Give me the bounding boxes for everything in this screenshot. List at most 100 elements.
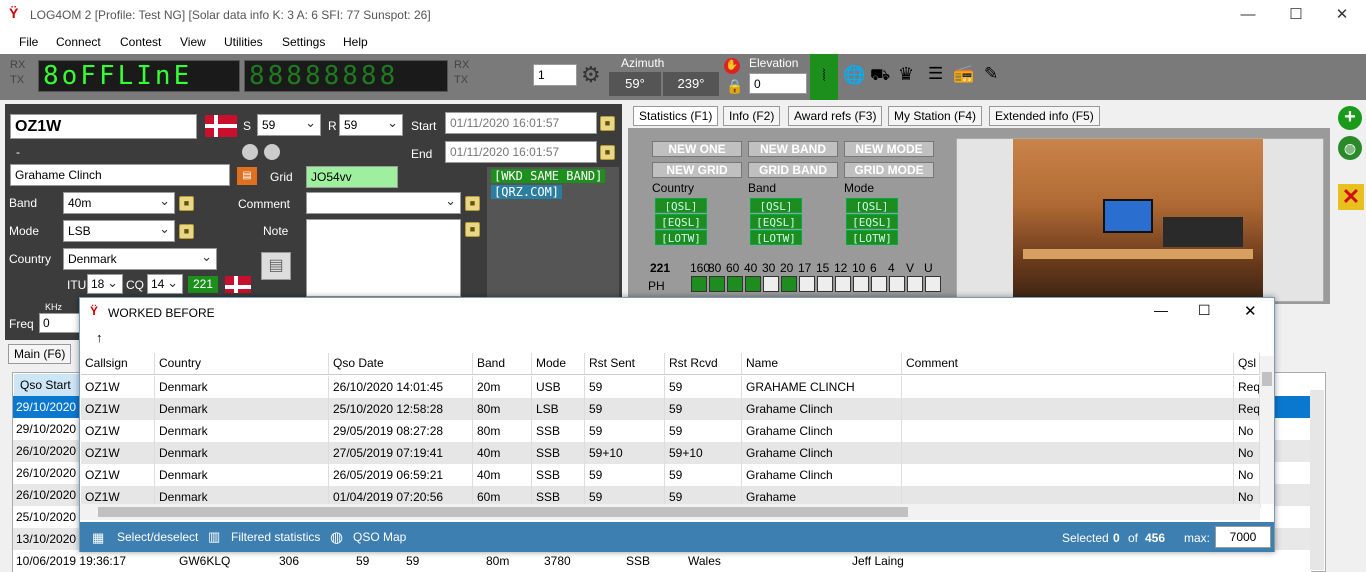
rst-sent-select[interactable]: 59: [257, 114, 321, 136]
tab-info[interactable]: Info (F2): [723, 106, 781, 126]
grid-input[interactable]: JO54vv: [306, 166, 398, 188]
note-lock-icon[interactable]: ■: [465, 222, 480, 237]
maximize-button[interactable]: ☐: [1276, 4, 1316, 26]
column-header-callsign[interactable]: Callsign: [81, 353, 155, 375]
satellite-icon[interactable]: ⛟: [870, 66, 890, 86]
end-datetime[interactable]: 01/11/2020 16:01:57: [445, 141, 597, 163]
step-stepper[interactable]: 1: [533, 64, 577, 86]
mode-select[interactable]: LSB: [63, 220, 175, 242]
table-row[interactable]: OZ1W Denmark 26/10/2020 14:01:45 20m USB 59 59…: [81, 376, 1261, 398]
filtered-statistics-button[interactable]: Filtered statistics: [231, 530, 320, 544]
itu-select[interactable]: 18: [87, 274, 123, 294]
dialog-close-button[interactable]: ✕: [1244, 302, 1257, 320]
country-qsl: [QSL]: [655, 198, 707, 213]
max-input[interactable]: 7000: [1215, 526, 1271, 548]
menu-help[interactable]: Help: [343, 35, 368, 49]
band-lock-icon[interactable]: ■: [179, 196, 194, 211]
freq-input[interactable]: 0: [39, 313, 83, 333]
qso-map-button[interactable]: QSO Map: [353, 530, 406, 544]
cell-band: 80m: [473, 420, 532, 442]
sort-arrow-icon[interactable]: ↑: [96, 330, 103, 345]
cell-mode: SSB: [532, 464, 585, 486]
qrz-lookup-icon[interactable]: ▤: [237, 167, 257, 185]
world-icon[interactable]: ◍: [1338, 136, 1362, 160]
menu-utilities[interactable]: Utilities: [224, 35, 263, 49]
cq-select[interactable]: 14: [147, 274, 183, 294]
table-row[interactable]: OZ1W Denmark 26/05/2019 06:59:21 40m SSB 59 59…: [81, 464, 1261, 486]
tab-extended-info[interactable]: Extended info (F5): [989, 106, 1100, 126]
chart-icon[interactable]: ▥: [208, 529, 220, 545]
end-lock-icon[interactable]: ■: [600, 145, 615, 160]
table-row[interactable]: OZ1W Denmark 25/10/2020 12:58:28 80m LSB 59 59…: [81, 398, 1261, 420]
qrz-link[interactable]: [QRZ.COM]: [491, 185, 563, 199]
comment-lock-icon[interactable]: ■: [465, 196, 480, 211]
start-label: Start: [411, 119, 437, 133]
mode-lock-icon[interactable]: ■: [179, 224, 194, 239]
cell-callsign: OZ1W: [81, 442, 155, 464]
select-deselect-button[interactable]: Select/deselect: [117, 530, 198, 544]
menu-settings[interactable]: Settings: [282, 35, 325, 49]
column-header-rst-sent[interactable]: Rst Sent: [585, 353, 665, 375]
menu-contest[interactable]: Contest: [120, 35, 161, 49]
start-datetime[interactable]: 01/11/2020 16:01:57: [445, 112, 597, 134]
select-deselect-icon[interactable]: ▦: [92, 530, 104, 546]
column-header-qso-date[interactable]: Qso Date: [329, 353, 473, 375]
band-cell-V: [907, 276, 923, 292]
tab-statistics[interactable]: Statistics (F1): [633, 106, 719, 126]
stop-rotator-icon[interactable]: ✋: [724, 58, 740, 74]
award-icon[interactable]: ♛: [898, 64, 914, 85]
globe-icon[interactable]: 🌐: [843, 65, 865, 86]
column-header-name[interactable]: Name: [742, 353, 902, 375]
log-scrollbar[interactable]: [1310, 390, 1324, 570]
dialog-vscrollbar[interactable]: [1260, 356, 1274, 504]
azimuth-short[interactable]: 59°: [609, 72, 661, 96]
minimize-button[interactable]: —: [1228, 4, 1268, 26]
menu-connect[interactable]: Connect: [56, 35, 101, 49]
tab-award-refs[interactable]: Award refs (F3): [788, 106, 883, 126]
column-header-band[interactable]: Band: [473, 353, 532, 375]
globe-icon[interactable]: ◍: [330, 528, 343, 546]
start-lock-icon[interactable]: ■: [600, 116, 615, 131]
delete-icon[interactable]: ✕: [1338, 184, 1364, 210]
name-input[interactable]: Grahame Clinch: [10, 164, 230, 186]
qso-entry-panel: OZ1W S 59 R 59 Start 01/11/2020 16:01:57…: [5, 104, 622, 300]
azimuth-long[interactable]: 239°: [663, 72, 719, 96]
callsign-input[interactable]: OZ1W: [10, 114, 197, 139]
dialog-minimize-button[interactable]: —: [1154, 302, 1168, 318]
microphone-icon[interactable]: ✎: [984, 64, 998, 84]
dialog-maximize-button[interactable]: ☐: [1198, 302, 1211, 319]
table-row[interactable]: OZ1W Denmark 29/05/2019 08:27:28 80m SSB 59 59…: [81, 420, 1261, 442]
column-header-qsl[interactable]: Qsl: [1234, 353, 1260, 375]
gear-icon[interactable]: ⚙: [581, 62, 601, 88]
column-header-comment[interactable]: Comment: [902, 353, 1234, 375]
qso-start-header[interactable]: Qso Start: [14, 374, 84, 396]
tab-main[interactable]: Main (F6): [8, 344, 72, 364]
comment-input[interactable]: [306, 192, 461, 214]
table-row[interactable]: OZ1W Denmark 27/05/2019 07:19:41 40m SSB 59+1…: [81, 442, 1261, 464]
menu-file[interactable]: File: [19, 35, 38, 49]
cluster-signal-icon[interactable]: ⦚: [810, 54, 838, 100]
tab-my-station[interactable]: My Station (F4): [888, 106, 983, 126]
elevation-input[interactable]: 0: [749, 73, 807, 94]
country-select[interactable]: Denmark: [63, 248, 217, 270]
note-textarea[interactable]: [306, 219, 461, 297]
table-row[interactable]: 10/06/2019 19:36:17 GW6KLQ 306 59 59 80m…: [13, 550, 1311, 572]
max-label: max:: [1184, 531, 1211, 545]
lock-icon[interactable]: 🔒: [726, 78, 743, 95]
band-label-40: 40: [744, 261, 758, 275]
band-select[interactable]: 40m: [63, 192, 175, 214]
dialog-hscrollbar[interactable]: [80, 504, 1260, 520]
menu-view[interactable]: View: [180, 35, 206, 49]
new-band-indicator: NEW BAND: [748, 141, 838, 157]
column-header-mode[interactable]: Mode: [532, 353, 585, 375]
cell-callsign: OZ1W: [81, 398, 155, 420]
server-icon[interactable]: ☰: [928, 64, 943, 84]
close-button[interactable]: ✕: [1322, 4, 1362, 26]
column-header-rst-rcvd[interactable]: Rst Rcvd: [665, 353, 742, 375]
printer-icon[interactable]: ▤: [261, 252, 291, 280]
menu-bar: File Connect Contest View Utilities Sett…: [0, 30, 1366, 54]
add-icon[interactable]: +: [1338, 106, 1362, 130]
rst-rcvd-select[interactable]: 59: [339, 114, 403, 136]
radio-icon[interactable]: 📻: [953, 64, 974, 84]
column-header-country[interactable]: Country: [155, 353, 329, 375]
